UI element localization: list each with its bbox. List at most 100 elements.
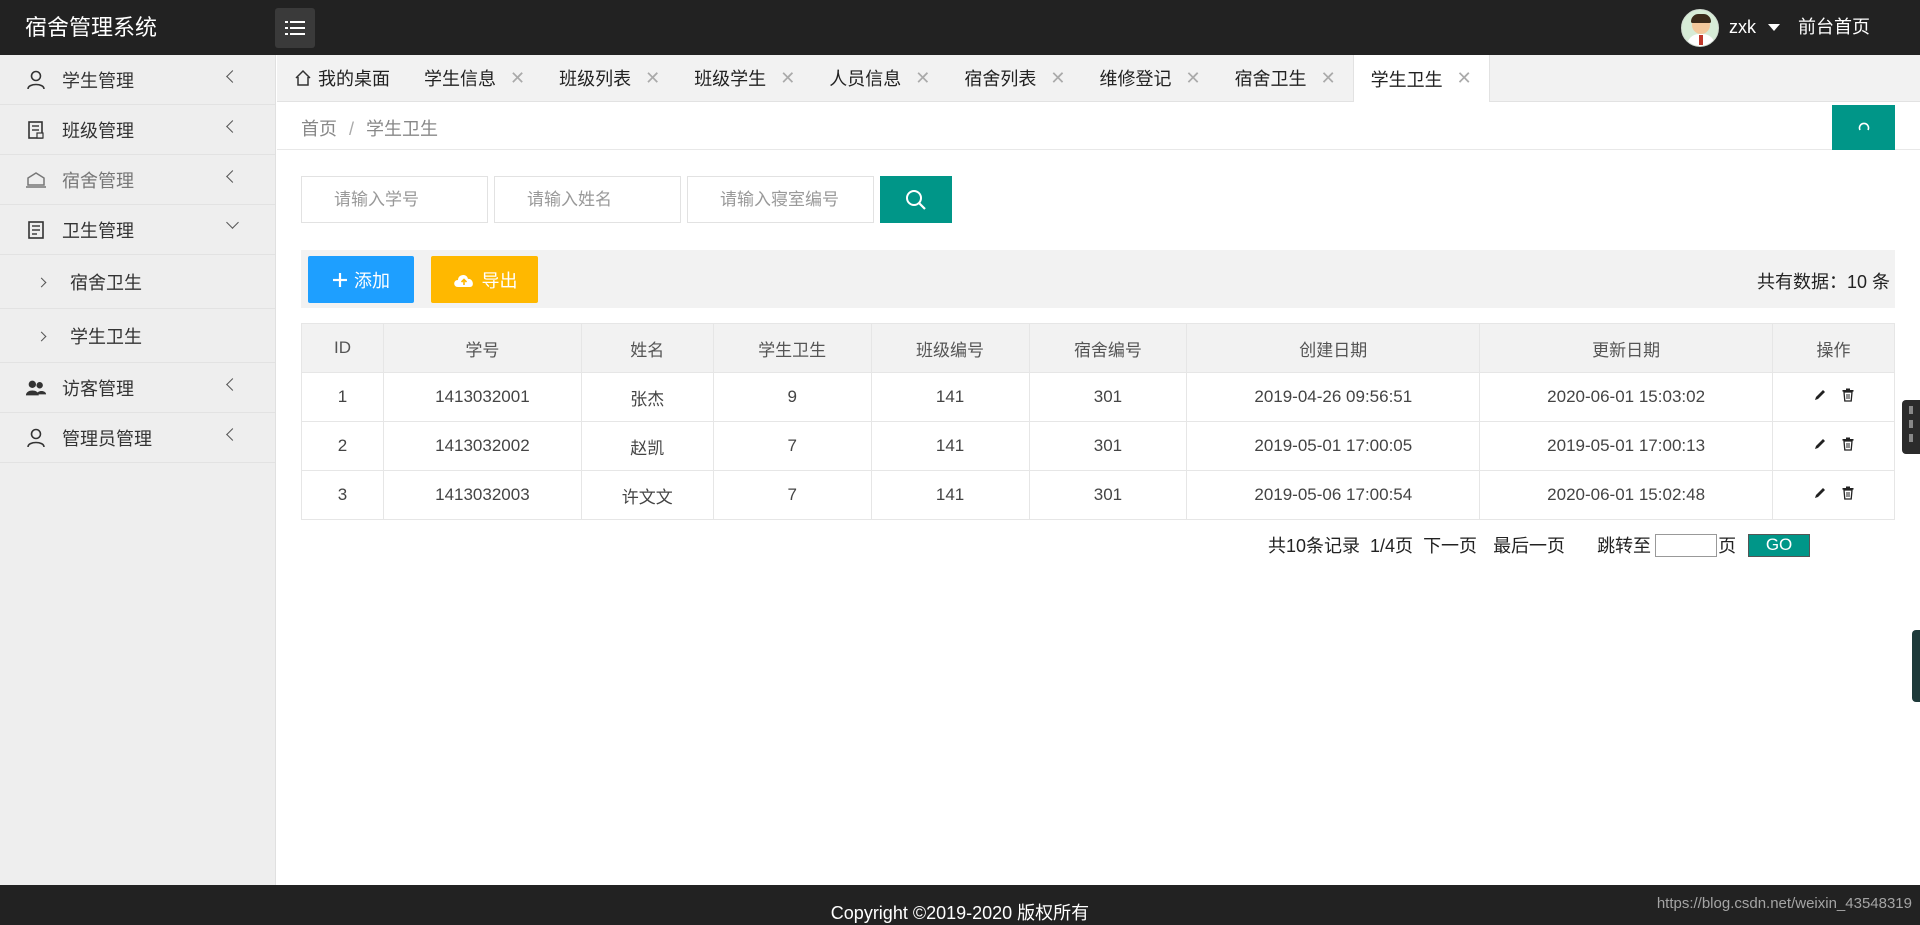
breadcrumb-home[interactable]: 首页: [301, 119, 337, 139]
tab-class-students[interactable]: 班级学生 ✕: [677, 55, 812, 101]
tab-student-hygiene[interactable]: 学生卫生 ✕: [1352, 55, 1490, 102]
table-cell: 许文文: [580, 470, 714, 520]
tab-label: 我的桌面: [318, 69, 390, 89]
copyright-text: Copyright ©2019-2020 版权所有: [830, 903, 1090, 923]
sidebar-item-label: 学生管理: [62, 70, 134, 91]
dorm-icon: [25, 169, 47, 191]
trash-icon[interactable]: [1841, 388, 1855, 402]
name-input[interactable]: [494, 176, 681, 223]
table-cell: 9: [712, 372, 872, 422]
jump-page-input[interactable]: [1655, 533, 1718, 557]
sidebar-item-label: 管理员管理: [62, 428, 152, 449]
sidebar-item-label: 宿舍管理: [62, 170, 134, 191]
add-button[interactable]: 添加: [308, 256, 414, 303]
table-cell: 1413032001: [382, 372, 582, 422]
close-icon[interactable]: ✕: [1185, 68, 1200, 89]
home-icon: [294, 69, 312, 87]
close-icon[interactable]: ✕: [915, 68, 930, 89]
tab-label: 班级学生: [694, 69, 767, 89]
chevron-left-icon: [226, 170, 239, 183]
trash-icon[interactable]: [1841, 437, 1855, 451]
go-button[interactable]: GO: [1748, 533, 1811, 557]
sidebar-item-label: 卫生管理: [62, 220, 134, 241]
tab-label: 人员信息: [829, 69, 902, 89]
edit-icon[interactable]: [1813, 437, 1827, 451]
tab-dorm-hygiene[interactable]: 宿舍卫生 ✕: [1218, 55, 1353, 101]
avatar[interactable]: [1681, 8, 1719, 47]
sidebar-subitem-student-hygiene[interactable]: 学生卫生: [0, 309, 275, 363]
side-handle-widget[interactable]: [1902, 400, 1920, 454]
edit-icon[interactable]: [1813, 388, 1827, 402]
cloud-upload-icon: [453, 274, 473, 287]
refresh-button[interactable]: [1832, 105, 1895, 150]
top-header: 宿舍管理系统 zxk 前台首页: [0, 0, 1920, 55]
last-page-link[interactable]: 最后一页: [1493, 532, 1565, 558]
edit-icon[interactable]: [1813, 486, 1827, 500]
sidebar-item-student[interactable]: 学生管理: [0, 55, 275, 105]
tab-class-list[interactable]: 班级列表 ✕: [542, 55, 677, 101]
menu-toggle-button[interactable]: [275, 8, 315, 48]
watermark-text: https://blog.csdn.net/weixin_43548319: [1656, 895, 1912, 912]
user-menu[interactable]: zxk: [1681, 0, 1780, 55]
table-cell: 2019-05-06 17:00:54: [1186, 470, 1481, 520]
close-icon[interactable]: ✕: [780, 68, 795, 89]
sidebar-item-label: 访客管理: [62, 378, 134, 399]
sidebar-item-class[interactable]: 班级管理: [0, 105, 275, 155]
tab-personnel-info[interactable]: 人员信息 ✕: [812, 55, 947, 101]
column-header: 学号: [382, 323, 582, 373]
breadcrumb-current: 学生卫生: [366, 119, 439, 139]
table-cell: 3: [301, 470, 384, 520]
sidebar-subitem-label: 学生卫生: [70, 326, 142, 347]
side-scroll-widget[interactable]: [1912, 630, 1920, 702]
tab-dorm-list[interactable]: 宿舍列表 ✕: [947, 55, 1082, 101]
close-icon[interactable]: ✕: [1050, 68, 1065, 89]
visitor-icon: [25, 377, 47, 399]
table-cell: 1: [301, 372, 384, 422]
sidebar-item-label: 班级管理: [62, 120, 134, 141]
table-actions: [1772, 421, 1895, 471]
search-button[interactable]: [880, 176, 952, 223]
tab-desktop[interactable]: 我的桌面: [277, 55, 407, 101]
caret-down-icon[interactable]: [1768, 24, 1780, 31]
column-header: ID: [301, 323, 384, 373]
breadcrumb-separator: /: [349, 119, 355, 139]
column-header: 更新日期: [1479, 323, 1774, 373]
page-unit-label: 页: [1718, 536, 1737, 556]
tab-repair-registration[interactable]: 维修登记 ✕: [1082, 55, 1217, 101]
sidebar-item-admin[interactable]: 管理员管理: [0, 413, 275, 463]
breadcrumb: 首页 / 学生卫生: [301, 115, 438, 141]
tab-label: 班级列表: [559, 69, 632, 89]
table-cell: 1413032002: [382, 421, 582, 471]
front-home-link[interactable]: 前台首页: [1798, 0, 1870, 55]
chevron-down-icon: [226, 216, 239, 229]
column-header: 学生卫生: [712, 323, 872, 373]
sidebar-item-dorm[interactable]: 宿舍管理: [0, 155, 275, 205]
chevron-left-icon: [226, 428, 239, 441]
tab-label: 学生信息: [424, 69, 496, 89]
trash-icon[interactable]: [1841, 486, 1855, 500]
username[interactable]: zxk: [1729, 17, 1756, 38]
room-no-input[interactable]: [687, 176, 874, 223]
table-cell: 2020-06-01 15:03:02: [1479, 372, 1774, 422]
close-icon[interactable]: ✕: [1457, 68, 1472, 89]
close-icon[interactable]: ✕: [510, 68, 525, 89]
table-cell: 141: [870, 470, 1030, 520]
student-no-input[interactable]: [301, 176, 488, 223]
table-cell: 7: [712, 470, 872, 520]
table-cell: 301: [1028, 421, 1188, 471]
sidebar-item-visitor[interactable]: 访客管理: [0, 363, 275, 413]
column-header: 操作: [1772, 323, 1895, 373]
search-form: [301, 176, 952, 223]
jump-label: 跳转至: [1597, 536, 1652, 556]
table-cell: 2019-05-01 17:00:05: [1186, 421, 1481, 471]
sidebar-subitem-dorm-hygiene[interactable]: 宿舍卫生: [0, 255, 275, 309]
sidebar-item-hygiene[interactable]: 卫生管理: [0, 205, 275, 255]
export-button[interactable]: 导出: [431, 256, 538, 303]
column-header: 班级编号: [870, 323, 1030, 373]
data-table: ID 学号 姓名 学生卫生 班级编号 宿舍编号 创建日期 更新日期 操作 1 1…: [301, 323, 1895, 520]
close-icon[interactable]: ✕: [1321, 68, 1336, 89]
tab-student-info[interactable]: 学生信息 ✕: [407, 55, 542, 101]
next-page-link[interactable]: 下一页: [1423, 532, 1477, 558]
close-icon[interactable]: ✕: [645, 68, 660, 89]
chevron-left-icon: [226, 378, 239, 391]
